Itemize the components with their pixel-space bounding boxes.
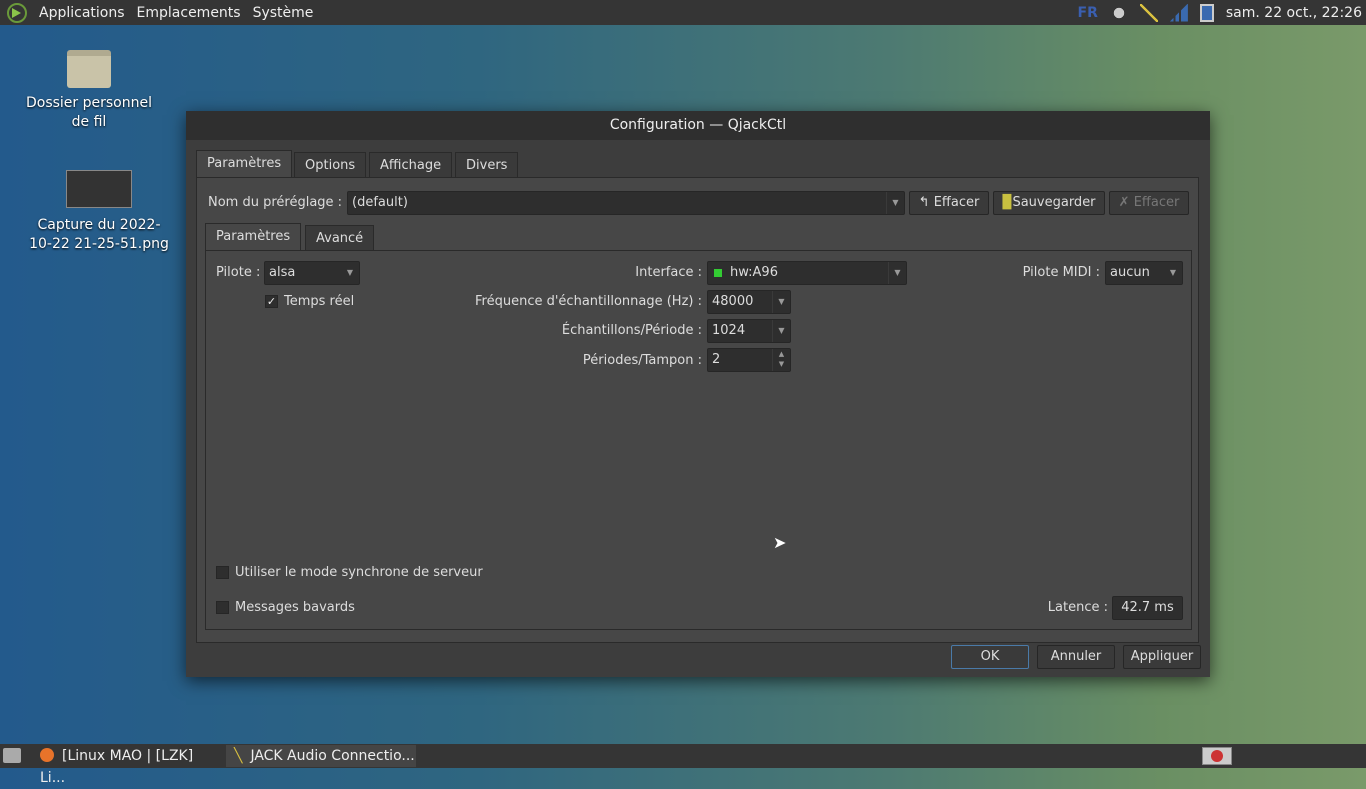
preset-save-button[interactable]: ▉Sauvegarder <box>993 191 1105 215</box>
periods-label: Périodes/Tampon : <box>582 353 702 368</box>
verbose-checkbox[interactable] <box>216 601 229 614</box>
show-desktop-icon[interactable] <box>3 748 21 763</box>
chevron-down-icon: ▼ <box>772 320 790 342</box>
jack-tray-icon[interactable] <box>1202 747 1232 765</box>
driver-value: alsa <box>269 265 296 280</box>
battery-power-icon[interactable] <box>1199 3 1214 22</box>
app-menu-logo-icon[interactable] <box>7 2 27 23</box>
frames-label: Échantillons/Période : <box>561 323 702 338</box>
config-dialog: Configuration — QjackCtl Paramètres Opti… <box>186 111 1210 677</box>
chevron-down-icon: ▼ <box>772 291 790 313</box>
chevron-down-icon: ▼ <box>888 262 906 284</box>
periods-value: 2 <box>712 352 721 367</box>
firefox-icon <box>40 748 54 762</box>
volume-icon[interactable] <box>1109 3 1128 22</box>
preset-delete-button[interactable]: ✗ Effacer <box>1109 191 1189 215</box>
frames-combo[interactable]: 1024 ▼ <box>707 319 791 343</box>
desktop-icon-label: Dossier personnel de fil <box>25 95 152 130</box>
midi-driver-combo[interactable]: aucun ▼ <box>1105 261 1183 285</box>
dialog-title[interactable]: Configuration — QjackCtl <box>186 111 1210 140</box>
chevron-down-icon: ▼ <box>886 192 904 214</box>
task-firefox[interactable]: [Linux MAO | [LZK] Li... <box>32 745 222 786</box>
home-folder-icon <box>67 50 111 88</box>
latency-label: Latence : <box>1047 600 1108 615</box>
frames-value: 1024 <box>712 323 746 338</box>
interface-value: hw:A96 <box>730 265 778 280</box>
realtime-label: Temps réel <box>284 294 355 309</box>
interface-label: Interface : <box>635 265 702 280</box>
tab-affichage[interactable]: Affichage <box>369 152 453 178</box>
realtime-checkbox[interactable]: ✓ <box>265 295 278 308</box>
cancel-button[interactable]: Annuler <box>1037 645 1115 669</box>
clock[interactable]: sam. 22 oct., 22:26 <box>1226 5 1362 21</box>
subtab-avance[interactable]: Avancé <box>305 225 375 251</box>
undo-icon: ↰ <box>918 195 934 210</box>
network-signal-icon[interactable] <box>1169 3 1188 22</box>
tab-divers[interactable]: Divers <box>455 152 519 178</box>
menu-applications[interactable]: Applications <box>39 5 125 21</box>
jack-icon[interactable] <box>1139 3 1158 22</box>
mouse-cursor-icon: ➤ <box>773 533 787 552</box>
midi-driver-value: aucun <box>1110 265 1150 280</box>
button-label: Effacer <box>1133 195 1180 210</box>
interface-combo[interactable]: hw:A96 ▼ <box>707 261 907 285</box>
bottom-panel: [Linux MAO | [LZK] Li... ╲ JACK Audio Con… <box>0 744 1366 786</box>
preset-label: Nom du préréglage : <box>208 195 343 210</box>
preset-clear-button[interactable]: ↰ Effacer <box>909 191 989 215</box>
jack-icon: ╲ <box>234 748 243 764</box>
sync-mode-checkbox[interactable] <box>216 566 229 579</box>
desktop-icon-screenshot[interactable]: Capture du 2022-10-22 21-25-51.png <box>29 170 169 254</box>
chevron-down-icon: ▼ <box>346 268 354 277</box>
sample-rate-label: Fréquence d'échantillonnage (Hz) : <box>475 294 702 309</box>
delete-icon: ✗ <box>1118 195 1134 210</box>
preset-value: (default) <box>352 195 408 210</box>
verbose-label: Messages bavards <box>235 600 355 615</box>
midi-driver-label: Pilote MIDI : <box>1022 265 1100 280</box>
save-icon: ▉ <box>1002 195 1013 210</box>
driver-combo[interactable]: alsa ▼ <box>264 261 360 285</box>
apply-button[interactable]: Appliquer <box>1123 645 1201 669</box>
subtab-parametres[interactable]: Paramètres <box>205 223 302 250</box>
periods-spinbox[interactable]: 2 ▲ ▼ <box>707 348 791 372</box>
sync-mode-label: Utiliser le mode synchrone de serveur <box>235 565 483 580</box>
task-qjackctl[interactable]: ╲ JACK Audio Connectio... <box>226 745 416 767</box>
settings-pane: Pilote : alsa ▼ ✓ Temps réel Interface : … <box>205 250 1192 630</box>
image-thumbnail-icon <box>66 170 132 208</box>
button-label: Effacer <box>933 195 980 210</box>
tab-options[interactable]: Options <box>294 152 367 178</box>
ok-button[interactable]: OK <box>951 645 1029 669</box>
task-label: JACK Audio Connectio... <box>250 748 415 764</box>
button-label: Sauvegarder <box>1012 195 1096 210</box>
menu-system[interactable]: Système <box>253 5 314 21</box>
keyboard-layout[interactable]: FR <box>1078 5 1098 21</box>
sample-rate-combo[interactable]: 48000 ▼ <box>707 290 791 314</box>
driver-label: Pilote : <box>216 265 261 280</box>
sample-rate-value: 48000 <box>712 294 754 309</box>
desktop-icon-home[interactable]: Dossier personnel de fil <box>19 50 159 132</box>
top-panel: Applications Emplacements Système FR sam… <box>0 0 1366 25</box>
desktop-icon-label: Capture du 2022-10-22 21-25-51.png <box>29 217 169 252</box>
soundcard-icon <box>714 269 722 277</box>
spin-arrows-icon[interactable]: ▲ ▼ <box>772 349 790 371</box>
task-label: [Linux MAO | [LZK] Li... <box>40 748 194 786</box>
tab-parametres[interactable]: Paramètres <box>196 150 293 178</box>
preset-combo[interactable]: (default) ▼ <box>347 191 905 215</box>
system-tray: FR sam. 22 oct., 22:26 <box>1078 0 1362 25</box>
main-tab-pane: Nom du préréglage : (default) ▼ ↰ Effacer… <box>196 177 1199 643</box>
latency-value: 42.7 ms <box>1112 596 1183 620</box>
menu-places[interactable]: Emplacements <box>137 5 241 21</box>
chevron-down-icon: ▼ <box>1169 268 1177 277</box>
